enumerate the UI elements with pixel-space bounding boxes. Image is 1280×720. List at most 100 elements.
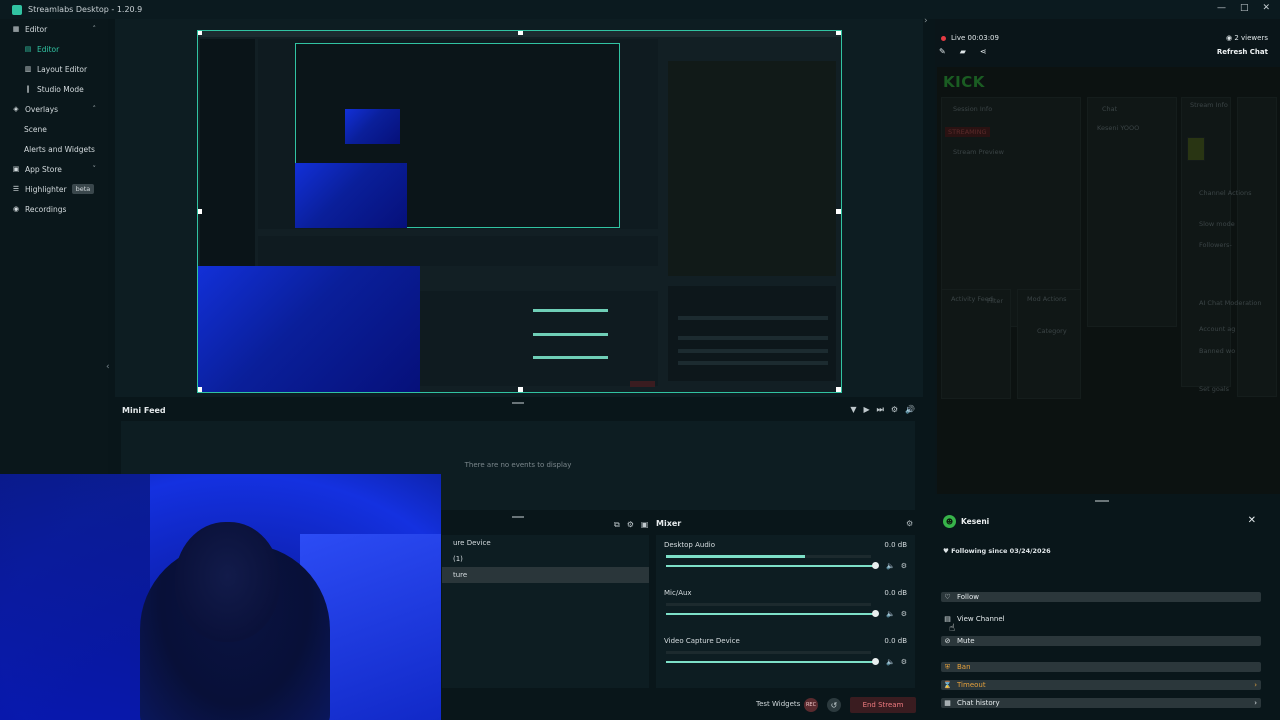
- sidebar-item-editor[interactable]: ▦ Editor ˄: [0, 19, 108, 39]
- beta-badge: beta: [71, 184, 95, 194]
- webcam-overlay: [0, 474, 441, 720]
- action-label: View Channel: [957, 615, 1005, 623]
- chat-panel: Live 00:03:09 ◉ 2 viewers ✎ ▰ ⋖ Refresh …: [935, 19, 1280, 720]
- volume-icon[interactable]: 🔈: [886, 562, 895, 570]
- sidebar-item-alerts-and-widgets[interactable]: Alerts and Widgets: [0, 139, 108, 159]
- app-logo-icon: [12, 4, 22, 15]
- kick-streaming-badge: STREAMING: [945, 127, 990, 137]
- folder-icon[interactable]: ▣: [641, 520, 649, 530]
- end-stream-button[interactable]: End Stream: [850, 697, 916, 713]
- maximize-icon[interactable]: □: [1240, 3, 1249, 13]
- chevron-right-icon: ›: [1254, 681, 1257, 689]
- test-widgets-button[interactable]: Test Widgets: [756, 700, 800, 708]
- resize-handle[interactable]: [512, 516, 524, 518]
- kick-ai-moderation: AI Chat Moderation: [1199, 299, 1262, 307]
- add-source-icon[interactable]: ⧉: [614, 520, 620, 530]
- kick-filter: Filter: [987, 297, 1004, 305]
- volume-icon[interactable]: 🔈: [886, 658, 895, 666]
- user-card-drag-handle[interactable]: [1095, 500, 1109, 502]
- kick-category: Category: [1037, 327, 1067, 335]
- avatar: ☻: [943, 515, 956, 528]
- mixer-settings-icon[interactable]: ⚙: [906, 519, 913, 528]
- sidebar-item-label: Recordings: [25, 204, 67, 214]
- play-icon[interactable]: ▶: [864, 405, 870, 415]
- editor-icon: ▤: [24, 45, 32, 53]
- sidebar-item-label: Layout Editor: [37, 64, 88, 74]
- sidebar-item-recordings[interactable]: ◉ Recordings: [0, 199, 108, 219]
- sidebar-item-scene[interactable]: Scene: [0, 119, 108, 139]
- mixer-title: Mixer: [656, 519, 682, 528]
- action-label: Follow: [957, 593, 979, 601]
- view-channel-button[interactable]: ▤ View Channel: [941, 614, 1261, 624]
- footer: Test Widgets REC ↺ End Stream: [442, 697, 923, 717]
- kick-chat-message: Keseni YOOO: [1097, 124, 1140, 132]
- volume-meter-fill: [666, 555, 806, 558]
- follow-button[interactable]: ♡ Follow: [941, 592, 1261, 602]
- share-icon[interactable]: ⋖: [980, 47, 987, 56]
- sidebar-item-overlays[interactable]: ◈ Overlays ˄: [0, 99, 108, 119]
- collapse-sidebar-icon[interactable]: ‹: [106, 362, 110, 372]
- source-row[interactable]: (1): [442, 551, 649, 567]
- close-icon[interactable]: ✕: [1262, 3, 1270, 13]
- volume-slider[interactable]: [666, 658, 879, 665]
- settings-icon[interactable]: ⚙: [901, 610, 907, 618]
- minimize-icon[interactable]: —: [1217, 3, 1226, 13]
- close-icon[interactable]: ✕: [1248, 515, 1256, 526]
- kick-set-goals: Set goals: [1199, 385, 1230, 393]
- popout-icon[interactable]: ▰: [960, 47, 966, 56]
- settings-icon[interactable]: ⚙: [901, 562, 907, 570]
- collapse-panel-icon[interactable]: ›: [924, 16, 928, 26]
- live-dot-icon: [941, 35, 946, 41]
- kick-chat-label: Chat: [1102, 105, 1118, 113]
- ban-button[interactable]: ⛨ Ban: [941, 662, 1261, 672]
- timeout-button[interactable]: ⌛ Timeout ›: [941, 680, 1261, 690]
- settings-icon[interactable]: ⚙: [901, 658, 907, 666]
- sidebar-item-app-store[interactable]: ▣ App Store ˅: [0, 159, 108, 179]
- volume-icon[interactable]: 🔊: [905, 405, 915, 415]
- hourglass-icon: ⌛: [943, 681, 952, 689]
- volume-meter: [666, 651, 871, 654]
- refresh-chat-button[interactable]: Refresh Chat: [1217, 48, 1268, 56]
- sidebar-item-studio-mode[interactable]: ‖ Studio Mode: [0, 79, 108, 99]
- mixer-item: Desktop Audio 0.0 dB 🔈 ⚙: [664, 535, 909, 575]
- skip-icon[interactable]: ⏭: [877, 405, 884, 415]
- edit-icon[interactable]: ✎: [939, 47, 946, 56]
- volume-icon[interactable]: 🔈: [886, 610, 895, 618]
- sidebar-item-highlighter[interactable]: ☰ Highlighter beta: [0, 179, 108, 199]
- volume-slider[interactable]: [666, 562, 879, 569]
- sidebar-item-label: Highlighter: [25, 184, 67, 194]
- volume-slider-knob[interactable]: [872, 658, 879, 665]
- chevron-icon[interactable]: ˄: [93, 105, 97, 113]
- studio-icon: ‖: [26, 85, 30, 93]
- nav-list: ▦ Editor ˄ ▤ Editor ▥ Layout Editor ‖ Studio Mod…: [0, 19, 108, 219]
- chevron-icon[interactable]: ˄: [93, 25, 97, 33]
- mini-feed-title: Mini Feed: [122, 405, 166, 415]
- sidebar-item-label: App Store: [25, 164, 62, 174]
- source-row[interactable]: ture: [442, 567, 649, 583]
- chat-history-button[interactable]: ▦ Chat history ›: [941, 698, 1261, 708]
- mixer-source-name: Video Capture Device: [664, 637, 740, 645]
- source-props-icon[interactable]: ⚙: [627, 520, 634, 530]
- kick-account-age: Account ag: [1199, 325, 1236, 333]
- filter-icon[interactable]: ▼: [850, 405, 856, 415]
- sidebar-item-layout-editor[interactable]: ▥ Layout Editor: [0, 59, 108, 79]
- sidebar-item-label: Editor: [37, 44, 60, 54]
- live-timer: Live 00:03:09: [951, 34, 999, 42]
- source-row[interactable]: ure Device: [442, 535, 649, 551]
- sidebar: ▦ Editor ˄ ▤ Editor ▥ Layout Editor ‖ Studio Mod…: [0, 19, 108, 474]
- sidebar-item-editor[interactable]: ▤ Editor: [0, 39, 108, 59]
- chevron-icon[interactable]: ˅: [93, 165, 97, 173]
- mute-button[interactable]: ⊘ Mute: [941, 636, 1261, 646]
- volume-slider-knob[interactable]: [872, 562, 879, 569]
- stream-preview[interactable]: [197, 30, 842, 393]
- record-button[interactable]: REC: [804, 698, 818, 712]
- volume-slider-knob[interactable]: [872, 610, 879, 617]
- sidebar-item-label: Overlays: [25, 104, 59, 114]
- kick-channel-actions: Channel Actions: [1199, 189, 1252, 197]
- replay-buffer-icon[interactable]: ↺: [827, 698, 841, 712]
- volume-slider[interactable]: [666, 610, 879, 617]
- action-label: Chat history: [957, 699, 1000, 707]
- sources-controls: ⧉ ⚙ ▣: [614, 520, 648, 530]
- viewer-count-text: 2 viewers: [1234, 34, 1268, 42]
- settings-icon[interactable]: ⚙: [891, 405, 898, 415]
